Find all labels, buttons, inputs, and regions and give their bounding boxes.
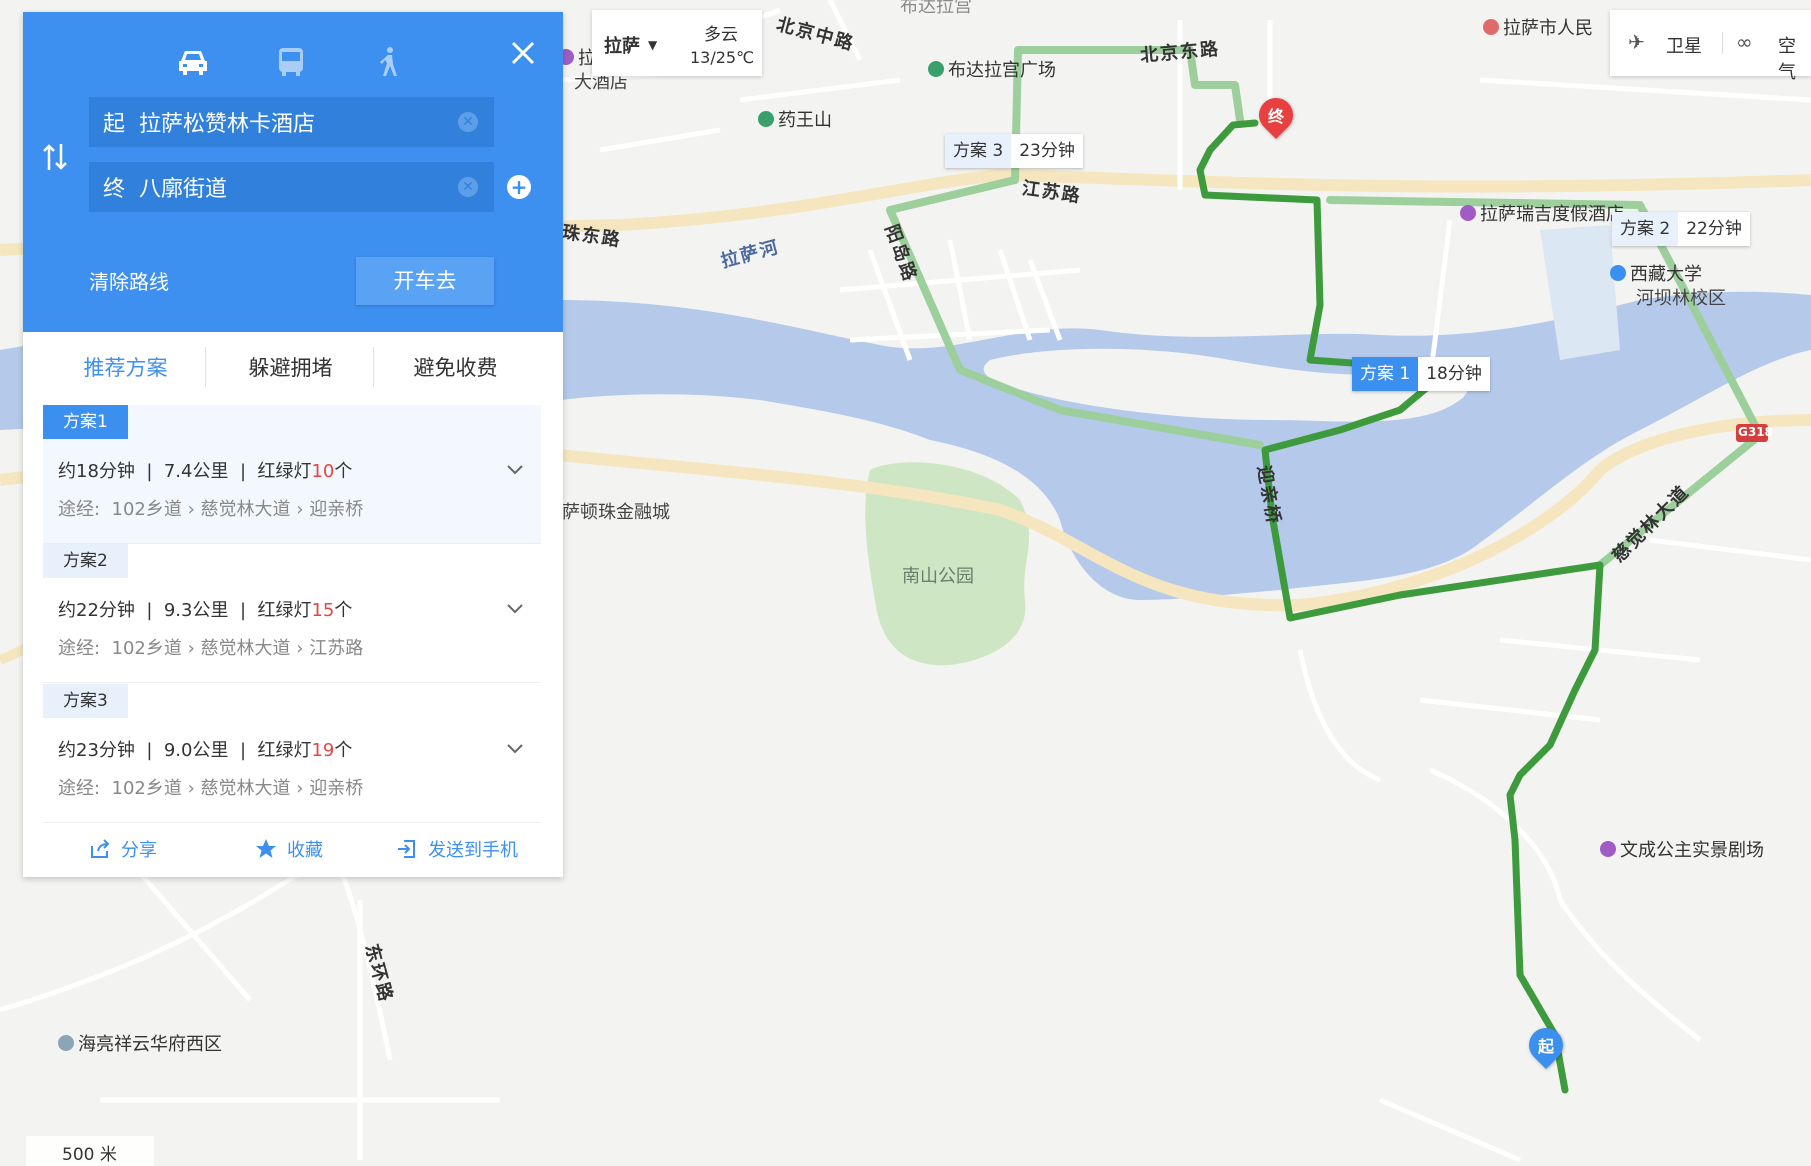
clear-end-icon[interactable]: ✕ [458, 177, 478, 197]
tab-divider [205, 347, 206, 387]
share-icon [91, 839, 110, 858]
city-selector[interactable]: 拉萨 [604, 32, 640, 58]
favorite-button[interactable]: 收藏 [255, 836, 323, 862]
tab-avoid-congestion[interactable]: 躲避拥堵 [208, 352, 373, 382]
tab-avoid-toll[interactable]: 避免收费 [373, 352, 538, 382]
poi-haoliang[interactable]: 海亮祥云华府西区 [58, 1030, 222, 1056]
plan-summary: 约23分钟 | 9.0公里 | 红绿灯19个 [58, 740, 353, 761]
start-input[interactable]: 起 拉萨松赞林卡酒店 ✕ [89, 97, 494, 147]
scale-bar: 500 米 [26, 1136, 154, 1166]
send-icon [398, 840, 415, 858]
route-panel: 起 拉萨松赞林卡酒店 ✕ 终 八廓街道 ✕ + 清除路线 开车去 推荐方案 躲避… [23, 12, 563, 877]
close-icon[interactable] [508, 38, 538, 68]
poi-hotel-left[interactable]: 拉 [558, 44, 596, 70]
poi-dunzhu: 萨顿珠金融城 [562, 502, 670, 523]
share-button[interactable]: 分享 [89, 836, 157, 862]
satellite-icon: ✈ [1628, 30, 1645, 54]
poi-nanshan-park: 南山公园 [902, 566, 974, 587]
g318-shield: G318 [1738, 425, 1773, 439]
plan-item-3[interactable]: 方案3 约23分钟 | 9.0公里 | 红绿灯19个 途经: 102乡道 › 慈… [43, 684, 541, 822]
chevron-down-icon: ▼ [648, 38, 658, 52]
tab-recommended[interactable]: 推荐方案 [43, 352, 208, 382]
poi-budala: 布达拉宫 [900, 0, 972, 17]
plan-divider [43, 682, 541, 683]
weather-temp: 13/25℃ [690, 48, 755, 67]
weather-desc: 多云 [704, 25, 738, 45]
end-input[interactable]: 终 八廓街道 ✕ [89, 162, 494, 212]
weather-widget[interactable]: 拉萨 ▼ 多云 13/25℃ [592, 10, 762, 76]
plan-item-2[interactable]: 方案2 约22分钟 | 9.3公里 | 红绿灯15个 途经: 102乡道 › 慈… [43, 544, 541, 682]
scale-label: 500 米 [62, 1145, 117, 1165]
poi-tibet-university-campus: 河坝林校区 [1636, 288, 1726, 309]
poi-people-hospital[interactable]: 拉萨市人民 [1483, 14, 1593, 40]
plan-divider [43, 822, 541, 823]
walk-icon[interactable] [369, 42, 409, 82]
clear-route-button[interactable]: 清除路线 [89, 266, 169, 295]
divider [1722, 32, 1723, 54]
swap-icon[interactable] [41, 142, 69, 172]
bus-icon[interactable] [271, 42, 311, 82]
plan-badge: 方案2 [43, 544, 128, 578]
plan-badge: 方案3 [43, 684, 128, 718]
send-to-phone-button[interactable]: 发送到手机 [396, 836, 518, 862]
plan-via: 途经: 102乡道 › 慈觉林大道 › 迎亲桥 [58, 499, 364, 520]
chevron-down-icon[interactable] [505, 738, 525, 758]
chevron-down-icon[interactable] [505, 459, 525, 479]
map-type-switcher: ✈ 卫星 ∞ 空气 [1610, 10, 1811, 83]
route-tag-plan3[interactable]: 方案 3 23分钟 [945, 134, 1083, 168]
air-button[interactable]: 空气 [1778, 32, 1811, 84]
add-waypoint-icon[interactable]: + [507, 175, 531, 199]
poi-tibet-university[interactable]: 西藏大学 [1610, 260, 1702, 286]
clear-start-icon[interactable]: ✕ [458, 112, 478, 132]
plan-item-1[interactable]: 方案1 约18分钟 | 7.4公里 | 红绿灯10个 途经: 102乡道 › 慈… [43, 405, 541, 543]
poi-ruiji-hotel[interactable]: 拉萨瑞吉度假酒店 [1460, 200, 1624, 226]
drive-button[interactable]: 开车去 [356, 257, 494, 305]
poi-wencheng-theater[interactable]: 文成公主实景剧场 [1600, 836, 1764, 862]
plan-badge: 方案1 [43, 405, 128, 439]
poi-yaowang[interactable]: 药王山 [758, 106, 832, 132]
plan-summary: 约18分钟 | 7.4公里 | 红绿灯10个 [58, 461, 353, 482]
plan-via: 途经: 102乡道 › 慈觉林大道 › 江苏路 [58, 638, 364, 659]
plan-via: 途经: 102乡道 › 慈觉林大道 › 迎亲桥 [58, 778, 364, 799]
route-tag-plan2[interactable]: 方案 2 22分钟 [1612, 212, 1750, 246]
car-icon[interactable] [173, 42, 213, 82]
star-icon [256, 839, 276, 858]
air-icon: ∞ [1736, 30, 1753, 54]
chevron-down-icon[interactable] [505, 598, 525, 618]
satellite-button[interactable]: 卫星 [1666, 32, 1702, 58]
route-panel-header: 起 拉萨松赞林卡酒店 ✕ 终 八廓街道 ✕ + 清除路线 开车去 [23, 12, 563, 332]
route-tag-plan1[interactable]: 方案 1 18分钟 [1352, 357, 1490, 391]
plan-summary: 约22分钟 | 9.3公里 | 红绿灯15个 [58, 600, 353, 621]
poi-potala-square[interactable]: 布达拉宫广场 [928, 56, 1056, 82]
